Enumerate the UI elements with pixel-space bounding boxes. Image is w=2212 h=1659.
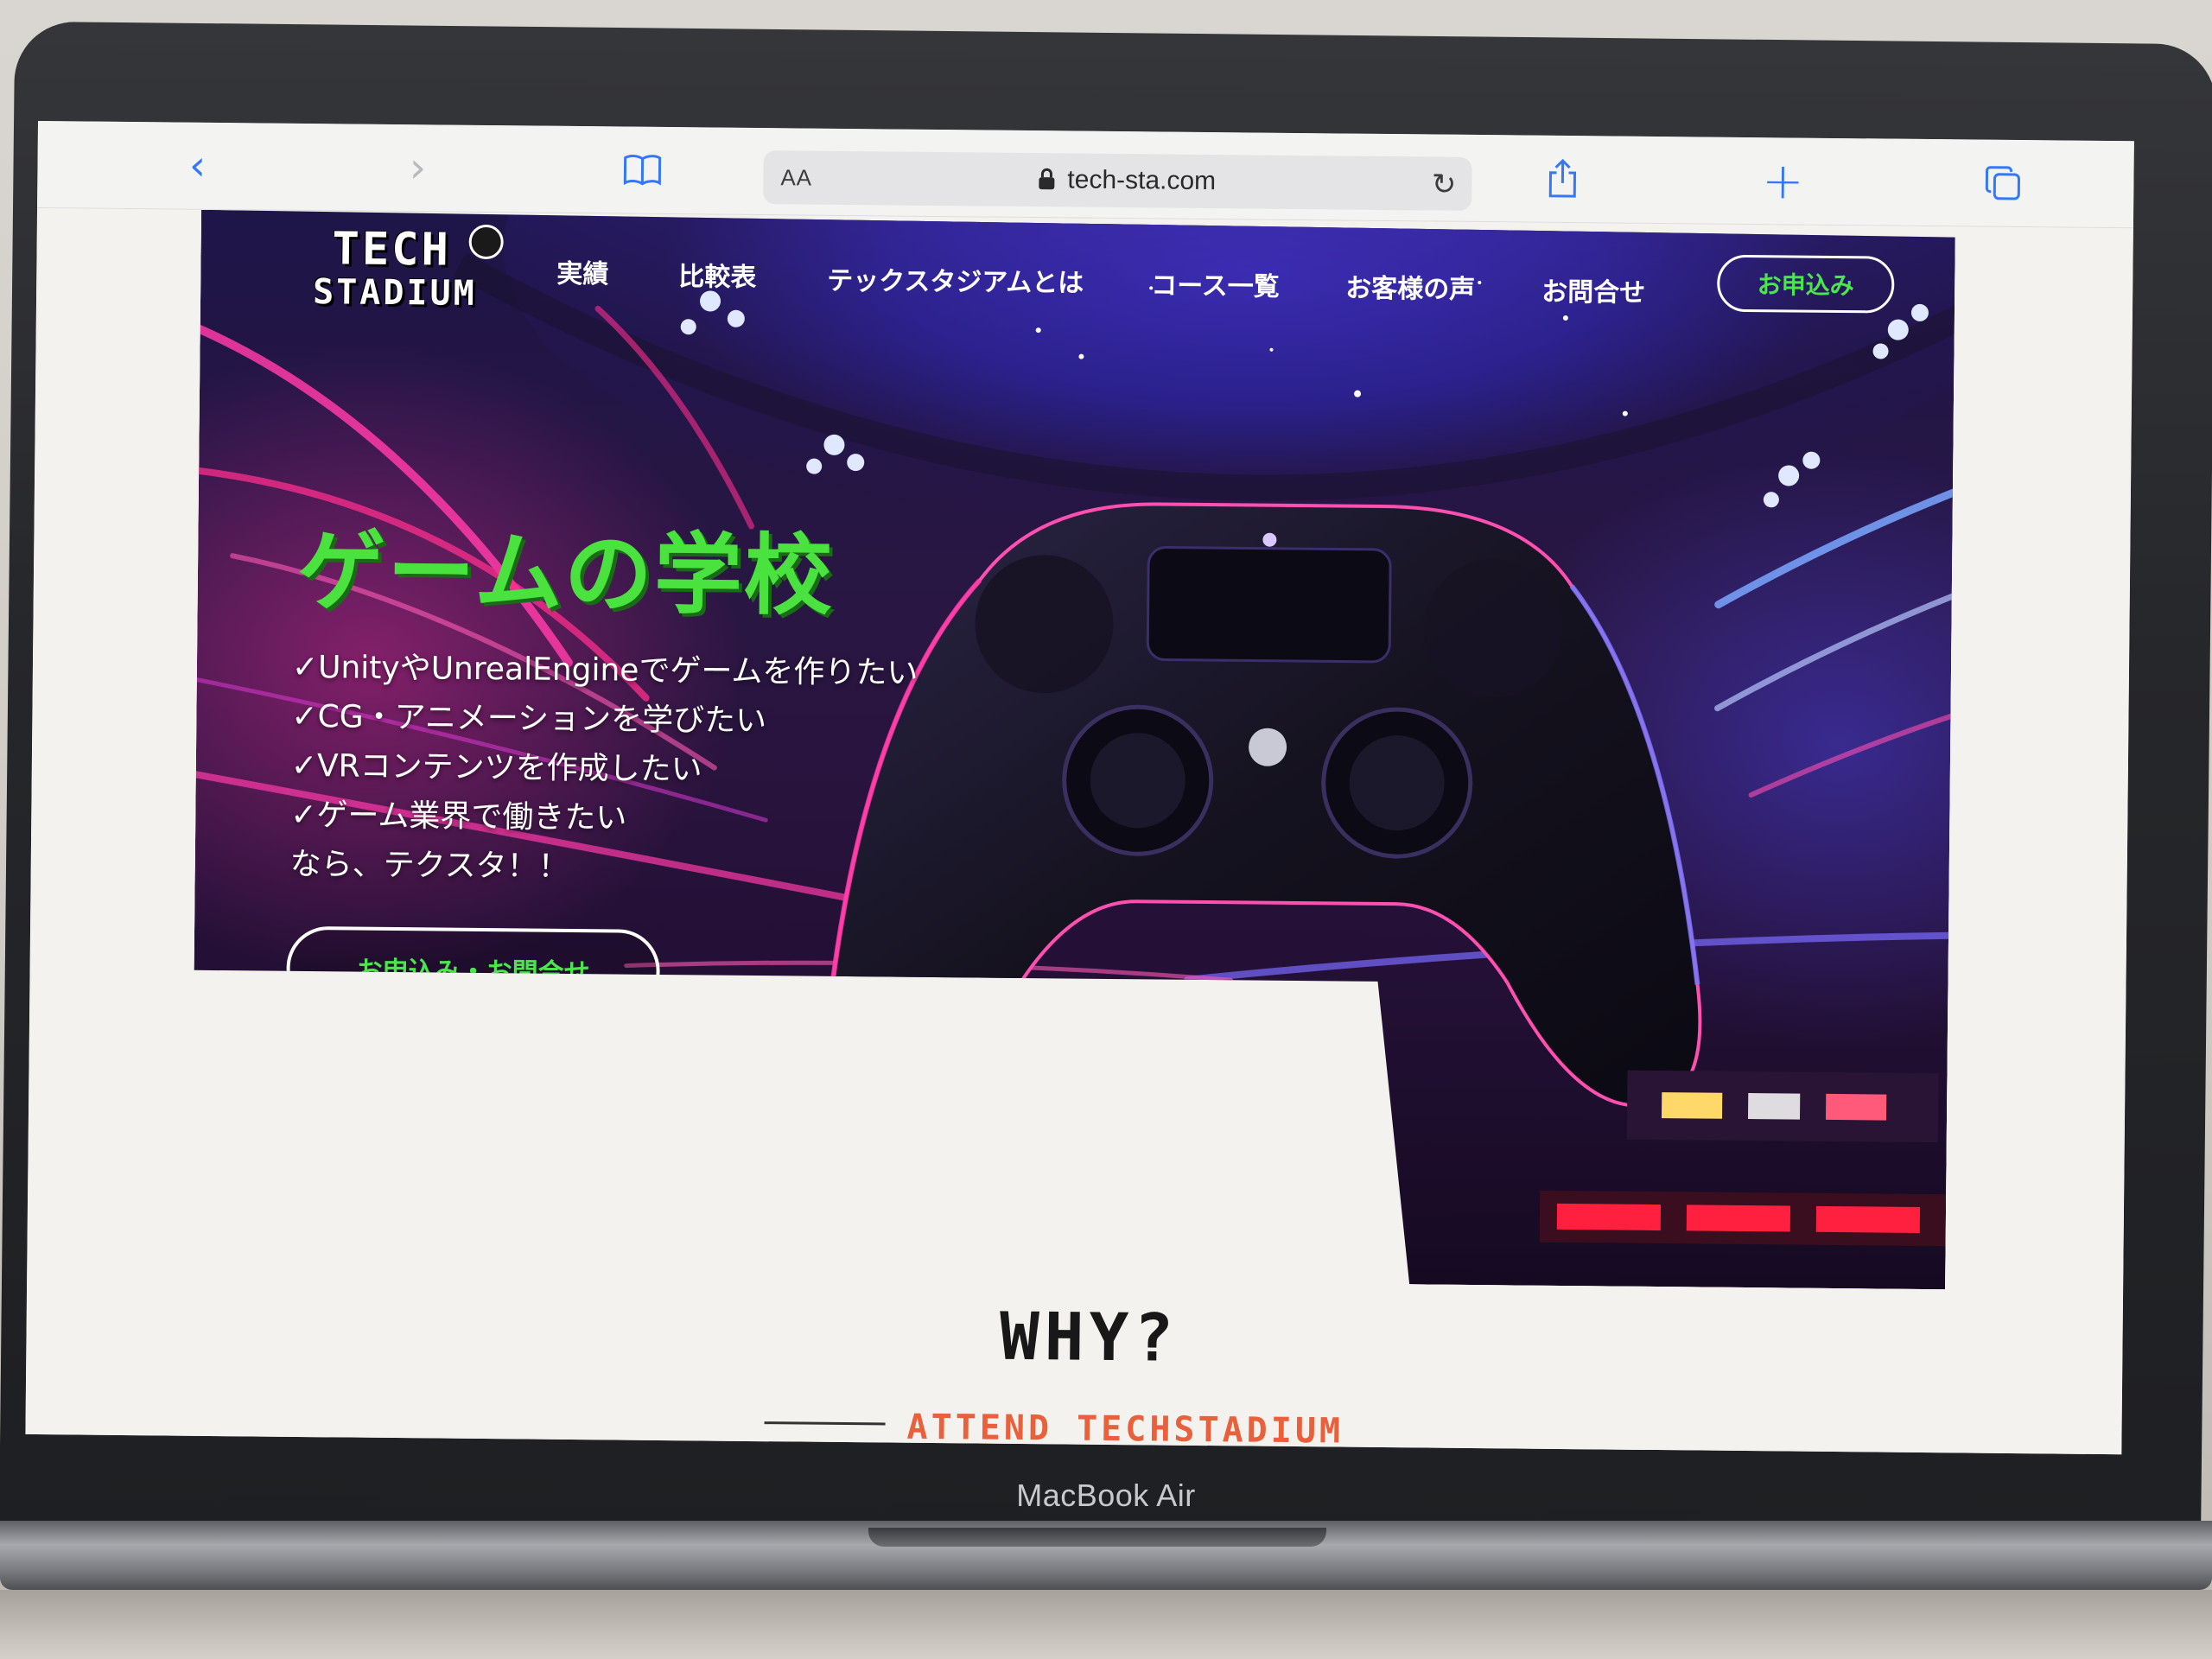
reload-icon[interactable]: ↻ xyxy=(1432,167,1457,201)
hero-bullets: ✓UnityやUnrealEngineでゲームを作りたい ✓CG・アニメーション… xyxy=(289,643,918,895)
new-tab-icon[interactable]: + xyxy=(1757,151,1809,210)
hero-section: TECH STADIUM 実績 比較表 テックスタジアムとは コース一覧 お客様… xyxy=(191,210,1955,1289)
site-logo[interactable]: TECH STADIUM xyxy=(313,226,530,323)
hero-bullet: ✓UnityやUnrealEngineでゲームを作りたい xyxy=(291,649,918,691)
device-label: MacBook Air xyxy=(1016,1478,1196,1513)
laptop-screen: ‹ › AA tech-sta.com ↻ + TECH STADIUM 実績 … xyxy=(25,121,2134,1455)
hero-bullet: ✓ゲーム業界で働きたい xyxy=(290,797,627,836)
lock-icon xyxy=(1038,168,1055,194)
text-size-button[interactable]: AA xyxy=(780,164,812,191)
game-controller-art xyxy=(830,501,1705,1106)
laptop-base xyxy=(0,1590,2212,1659)
nav-item-contact[interactable]: お問合せ xyxy=(1541,270,1645,309)
nav-item-results[interactable]: 実績 xyxy=(556,252,608,291)
share-icon[interactable] xyxy=(1536,153,1589,206)
nav-apply-button[interactable]: お申込み xyxy=(1717,255,1895,314)
address-bar[interactable]: AA tech-sta.com ↻ xyxy=(763,150,1472,211)
hero-tagline: なら、テクスタ！！ xyxy=(289,846,569,885)
robot-mascot-icon xyxy=(468,225,503,259)
forward-icon[interactable]: › xyxy=(391,142,444,194)
stage-lights xyxy=(520,1059,1948,1246)
url-text: tech-sta.com xyxy=(1067,165,1217,196)
laptop-hinge-notch xyxy=(868,1528,1326,1547)
divider-line xyxy=(764,1421,886,1426)
hero-bullet: ✓VRコンテンツを作成したい xyxy=(290,747,702,788)
hero-bullet: ✓CG・アニメーションを学びたい xyxy=(291,698,767,740)
tabs-overview-icon[interactable] xyxy=(1977,157,2030,210)
bookmarks-icon[interactable] xyxy=(616,143,669,196)
back-icon[interactable]: ‹ xyxy=(171,139,224,192)
hero-headline: ゲームの学校 xyxy=(296,519,835,628)
why-heading: WHY? xyxy=(999,1297,1179,1376)
nav-item-about[interactable]: テックスタジアムとは xyxy=(827,259,1084,300)
nav-item-testimonials[interactable]: お客様の声 xyxy=(1345,267,1475,306)
nav-item-comparison[interactable]: 比較表 xyxy=(678,255,756,294)
web-page: TECH STADIUM 実績 比較表 テックスタジアムとは コース一覧 お客様… xyxy=(25,207,2133,1455)
logo-line-2: STADIUM xyxy=(312,272,477,314)
apply-contact-button[interactable]: お申込み・お問合せ xyxy=(286,926,660,1013)
nav-item-courses[interactable]: コース一覧 xyxy=(1151,264,1280,302)
